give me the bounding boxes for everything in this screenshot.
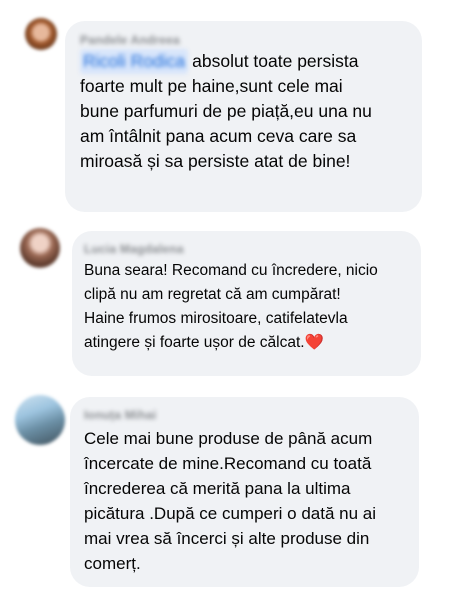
comment-text: Buna seara! Recomand cu încredere, nicio… <box>84 259 409 355</box>
comment-line: clipă nu am regretat că am cumpărat! <box>84 286 341 303</box>
comment-line: Ricoli Rodica absolut toate persista <box>80 49 408 74</box>
comment-bubble: Lucia Magdalena Buna seara! Recomand cu … <box>72 231 421 376</box>
comment-line: comerț. <box>84 554 141 573</box>
avatar[interactable] <box>15 395 65 445</box>
mention-tag[interactable]: Ricoli Rodica <box>80 49 189 74</box>
comment-line: atingere și foarte ușor de călcat.❤️ <box>84 331 409 355</box>
comment-author[interactable]: Lucia Magdalena <box>84 242 409 256</box>
comment-line: picătura .După ce cumperi o dată nu ai <box>84 504 377 523</box>
comment-line: Haine frumos mirositoare, catifelatevla <box>84 310 348 327</box>
comment-line: Cele mai bune produse de până acum <box>84 429 373 448</box>
comment-line: Buna seara! Recomand cu încredere, nicio <box>84 262 378 279</box>
comment-line-text: absolut toate persista <box>192 51 359 71</box>
comment-bubble: Pandele Andreea Ricoli Rodica absolut toa… <box>65 21 422 212</box>
comment-line: mai vrea să încerci și alte produse din <box>84 529 370 548</box>
comment-bubble: Ionuța Mihai Cele mai bune produse de pâ… <box>70 397 419 587</box>
comment-line: încercate de mine.Recomand cu toată <box>84 454 372 473</box>
comment-text: Cele mai bune produse de până acum încer… <box>84 426 405 576</box>
avatar[interactable] <box>20 228 60 268</box>
comment-line: miroasă și sa persiste atat de bine! <box>80 151 351 171</box>
comment-text: Ricoli Rodica absolut toate persista foar… <box>80 49 408 174</box>
comment-line: bune parfumuri de pe piață,eu una nu <box>80 101 372 121</box>
comment-line: am întâlnit pana acum ceva care sa <box>80 126 357 146</box>
comment-line: încrederea că merită pana la ultima <box>84 479 351 498</box>
comment-line: foarte mult pe haine,sunt cele mai <box>80 76 343 96</box>
avatar[interactable] <box>25 18 57 50</box>
comment-line-text: atingere și foarte ușor de călcat. <box>84 334 305 351</box>
comment-author[interactable]: Ionuța Mihai <box>84 408 405 422</box>
heart-emoji-icon: ❤️ <box>304 334 324 351</box>
comment-author[interactable]: Pandele Andreea <box>80 33 408 47</box>
